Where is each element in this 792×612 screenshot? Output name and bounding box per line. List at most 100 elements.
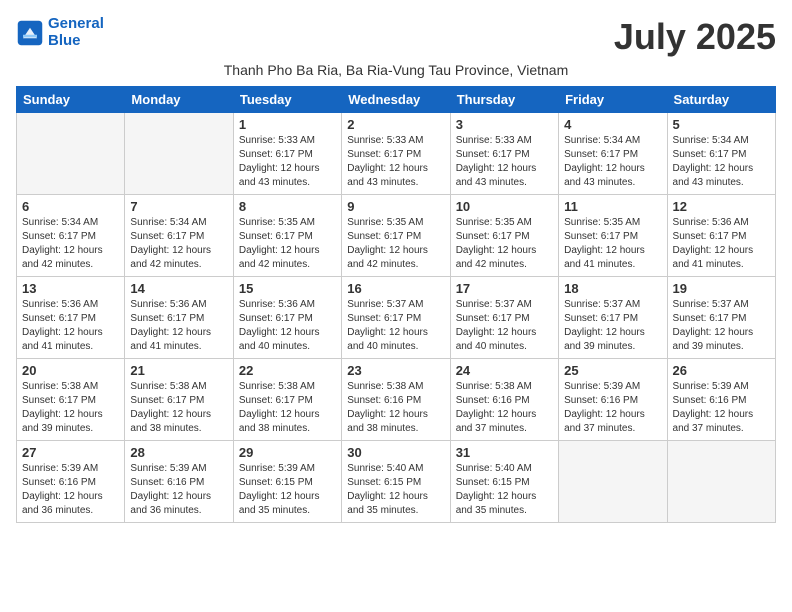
day-info: Sunrise: 5:35 AM Sunset: 6:17 PM Dayligh… xyxy=(564,216,661,272)
calendar-cell: 12Sunrise: 5:36 AM Sunset: 6:17 PM Dayli… xyxy=(667,195,775,277)
calendar-cell: 26 Sunrise: 5:39 AM Sunset: 6:16 PM Dayli… xyxy=(667,359,775,441)
day-info: Sunrise: 5:33 AM Sunset: 6:17 PM Dayligh… xyxy=(347,134,444,190)
day-info: Sunrise: 5:38 AM Sunset: 6:17 PM Dayligh… xyxy=(22,380,119,436)
calendar-cell: 1Sunrise: 5:33 AM Sunset: 6:17 PM Daylig… xyxy=(233,113,341,195)
weekday-header-tuesday: Tuesday xyxy=(233,87,341,113)
day-info: Sunrise: 5:38 AM Sunset: 6:16 PM Dayligh… xyxy=(456,380,553,436)
day-number: 3 xyxy=(456,117,553,132)
weekday-header-row: SundayMondayTuesdayWednesdayThursdayFrid… xyxy=(17,87,776,113)
logo-line2: Blue xyxy=(48,32,81,49)
calendar-cell: 20 Sunrise: 5:38 AM Sunset: 6:17 PM Dayli… xyxy=(17,359,125,441)
calendar-table: SundayMondayTuesdayWednesdayThursdayFrid… xyxy=(16,86,776,523)
calendar-cell: 19 Sunrise: 5:37 AM Sunset: 6:17 PM Dayli… xyxy=(667,277,775,359)
day-number: 11 xyxy=(564,199,661,214)
calendar-cell xyxy=(125,113,233,195)
day-number: 22 xyxy=(239,363,336,378)
calendar-cell: 24 Sunrise: 5:38 AM Sunset: 6:16 PM Dayli… xyxy=(450,359,558,441)
day-info: Sunrise: 5:36 AM Sunset: 6:17 PM Dayligh… xyxy=(673,216,770,272)
day-info: Sunrise: 5:39 AM Sunset: 6:16 PM Dayligh… xyxy=(130,462,227,518)
day-number: 23 xyxy=(347,363,444,378)
day-number: 2 xyxy=(347,117,444,132)
day-info: Sunrise: 5:37 AM Sunset: 6:17 PM Dayligh… xyxy=(456,298,553,354)
calendar-cell: 8Sunrise: 5:35 AM Sunset: 6:17 PM Daylig… xyxy=(233,195,341,277)
weekday-header-wednesday: Wednesday xyxy=(342,87,450,113)
calendar-cell: 28Sunrise: 5:39 AM Sunset: 6:16 PM Dayli… xyxy=(125,441,233,523)
day-number: 21 xyxy=(130,363,227,378)
weekday-header-monday: Monday xyxy=(125,87,233,113)
calendar-cell xyxy=(17,113,125,195)
calendar-cell: 9 Sunrise: 5:35 AM Sunset: 6:17 PM Daylig… xyxy=(342,195,450,277)
day-number: 19 xyxy=(673,281,770,296)
day-info: Sunrise: 5:39 AM Sunset: 6:16 PM Dayligh… xyxy=(673,380,770,436)
week-row-3: 13 Sunrise: 5:36 AM Sunset: 6:17 PM Dayli… xyxy=(17,277,776,359)
calendar-cell: 22Sunrise: 5:38 AM Sunset: 6:17 PM Dayli… xyxy=(233,359,341,441)
day-info: Sunrise: 5:36 AM Sunset: 6:17 PM Dayligh… xyxy=(22,298,119,354)
day-info: Sunrise: 5:35 AM Sunset: 6:17 PM Dayligh… xyxy=(347,216,444,272)
day-info: Sunrise: 5:38 AM Sunset: 6:16 PM Dayligh… xyxy=(347,380,444,436)
day-number: 18 xyxy=(564,281,661,296)
day-number: 31 xyxy=(456,445,553,460)
day-number: 30 xyxy=(347,445,444,460)
logo-text: General Blue xyxy=(48,16,104,49)
page-header: General Blue July 2025 xyxy=(16,16,776,58)
day-info: Sunrise: 5:37 AM Sunset: 6:17 PM Dayligh… xyxy=(347,298,444,354)
day-info: Sunrise: 5:37 AM Sunset: 6:17 PM Dayligh… xyxy=(564,298,661,354)
day-number: 7 xyxy=(130,199,227,214)
day-number: 24 xyxy=(456,363,553,378)
calendar-cell xyxy=(667,441,775,523)
calendar-cell: 21Sunrise: 5:38 AM Sunset: 6:17 PM Dayli… xyxy=(125,359,233,441)
calendar-cell: 6 Sunrise: 5:34 AM Sunset: 6:17 PM Daylig… xyxy=(17,195,125,277)
day-info: Sunrise: 5:35 AM Sunset: 6:17 PM Dayligh… xyxy=(239,216,336,272)
day-info: Sunrise: 5:39 AM Sunset: 6:16 PM Dayligh… xyxy=(22,462,119,518)
calendar-cell: 16 Sunrise: 5:37 AM Sunset: 6:17 PM Dayli… xyxy=(342,277,450,359)
day-number: 6 xyxy=(22,199,119,214)
day-info: Sunrise: 5:34 AM Sunset: 6:17 PM Dayligh… xyxy=(673,134,770,190)
day-number: 20 xyxy=(22,363,119,378)
calendar-cell: 3Sunrise: 5:33 AM Sunset: 6:17 PM Daylig… xyxy=(450,113,558,195)
day-number: 27 xyxy=(22,445,119,460)
month-title: July 2025 xyxy=(614,16,776,58)
calendar-cell xyxy=(559,441,667,523)
calendar-cell: 11 Sunrise: 5:35 AM Sunset: 6:17 PM Dayli… xyxy=(559,195,667,277)
day-number: 25 xyxy=(564,363,661,378)
calendar-cell: 30 Sunrise: 5:40 AM Sunset: 6:15 PM Dayli… xyxy=(342,441,450,523)
week-row-5: 27 Sunrise: 5:39 AM Sunset: 6:16 PM Dayli… xyxy=(17,441,776,523)
logo-line1: General xyxy=(48,15,104,32)
weekday-header-friday: Friday xyxy=(559,87,667,113)
day-number: 5 xyxy=(673,117,770,132)
day-info: Sunrise: 5:34 AM Sunset: 6:17 PM Dayligh… xyxy=(130,216,227,272)
day-number: 29 xyxy=(239,445,336,460)
week-row-1: 1Sunrise: 5:33 AM Sunset: 6:17 PM Daylig… xyxy=(17,113,776,195)
day-info: Sunrise: 5:35 AM Sunset: 6:17 PM Dayligh… xyxy=(456,216,553,272)
calendar-cell: 17 Sunrise: 5:37 AM Sunset: 6:17 PM Dayli… xyxy=(450,277,558,359)
day-number: 13 xyxy=(22,281,119,296)
day-number: 17 xyxy=(456,281,553,296)
calendar-cell: 15Sunrise: 5:36 AM Sunset: 6:17 PM Dayli… xyxy=(233,277,341,359)
calendar-cell: 5 Sunrise: 5:34 AM Sunset: 6:17 PM Daylig… xyxy=(667,113,775,195)
day-number: 9 xyxy=(347,199,444,214)
day-info: Sunrise: 5:33 AM Sunset: 6:17 PM Dayligh… xyxy=(239,134,336,190)
day-number: 15 xyxy=(239,281,336,296)
week-row-4: 20 Sunrise: 5:38 AM Sunset: 6:17 PM Dayli… xyxy=(17,359,776,441)
calendar-cell: 10 Sunrise: 5:35 AM Sunset: 6:17 PM Dayli… xyxy=(450,195,558,277)
calendar-cell: 25Sunrise: 5:39 AM Sunset: 6:16 PM Dayli… xyxy=(559,359,667,441)
calendar-cell: 31 Sunrise: 5:40 AM Sunset: 6:15 PM Dayli… xyxy=(450,441,558,523)
logo: General Blue xyxy=(16,16,104,49)
calendar-subtitle: Thanh Pho Ba Ria, Ba Ria-Vung Tau Provin… xyxy=(16,62,776,78)
calendar-cell: 29 Sunrise: 5:39 AM Sunset: 6:15 PM Dayli… xyxy=(233,441,341,523)
calendar-cell: 23 Sunrise: 5:38 AM Sunset: 6:16 PM Dayli… xyxy=(342,359,450,441)
day-number: 10 xyxy=(456,199,553,214)
day-number: 4 xyxy=(564,117,661,132)
day-info: Sunrise: 5:40 AM Sunset: 6:15 PM Dayligh… xyxy=(456,462,553,518)
day-info: Sunrise: 5:40 AM Sunset: 6:15 PM Dayligh… xyxy=(347,462,444,518)
weekday-header-thursday: Thursday xyxy=(450,87,558,113)
day-info: Sunrise: 5:34 AM Sunset: 6:17 PM Dayligh… xyxy=(22,216,119,272)
calendar-cell: 18 Sunrise: 5:37 AM Sunset: 6:17 PM Dayli… xyxy=(559,277,667,359)
day-number: 14 xyxy=(130,281,227,296)
day-info: Sunrise: 5:39 AM Sunset: 6:15 PM Dayligh… xyxy=(239,462,336,518)
calendar-cell: 14Sunrise: 5:36 AM Sunset: 6:17 PM Dayli… xyxy=(125,277,233,359)
day-number: 16 xyxy=(347,281,444,296)
week-row-2: 6 Sunrise: 5:34 AM Sunset: 6:17 PM Daylig… xyxy=(17,195,776,277)
day-number: 26 xyxy=(673,363,770,378)
day-info: Sunrise: 5:37 AM Sunset: 6:17 PM Dayligh… xyxy=(673,298,770,354)
